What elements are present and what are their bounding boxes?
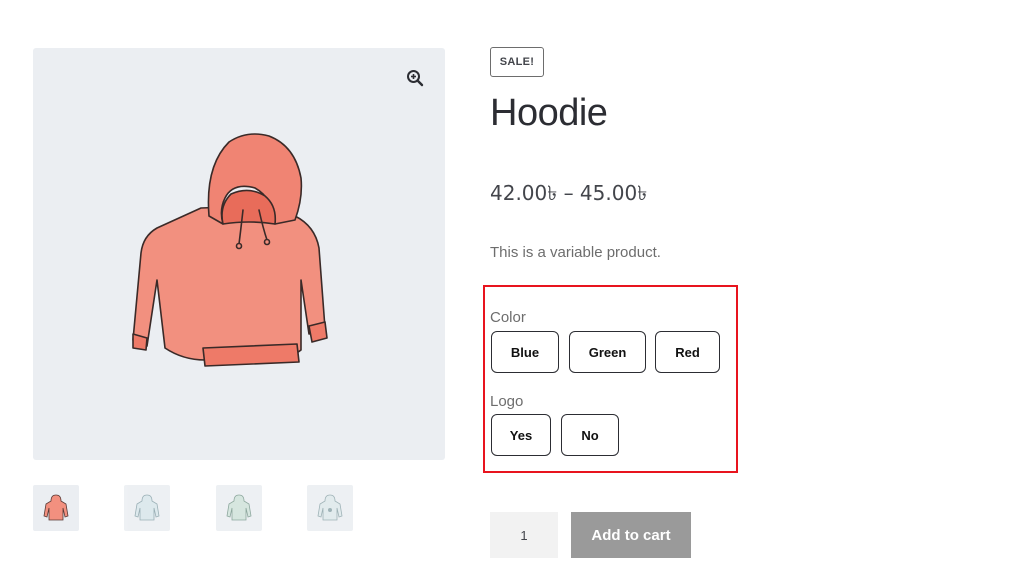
hoodie-logo-thumbnail <box>317 494 343 521</box>
add-to-cart-button[interactable]: Add to cart <box>571 512 691 558</box>
hoodie-image <box>132 133 328 367</box>
price-range: 42.00৳ – 45.00৳ <box>490 181 648 205</box>
quantity-input[interactable] <box>490 512 558 558</box>
hoodie-green-thumbnail <box>226 494 252 521</box>
logo-label: Logo <box>490 393 524 410</box>
thumbnail-2[interactable] <box>124 485 170 531</box>
product-main-image[interactable] <box>33 48 445 460</box>
logo-option-yes[interactable]: Yes <box>491 414 551 456</box>
color-option-blue[interactable]: Blue <box>491 331 559 373</box>
thumbnail-1[interactable] <box>33 485 79 531</box>
sale-badge: SALE! <box>490 47 544 77</box>
zoom-in-icon <box>407 70 424 87</box>
thumbnail-4[interactable] <box>307 485 353 531</box>
color-option-green[interactable]: Green <box>569 331 646 373</box>
logo-option-no[interactable]: No <box>561 414 619 456</box>
product-title: Hoodie <box>490 92 608 134</box>
zoom-button[interactable] <box>399 62 431 94</box>
hoodie-red-thumbnail <box>43 494 69 521</box>
color-option-red[interactable]: Red <box>655 331 720 373</box>
product-description: This is a variable product. <box>490 244 661 261</box>
color-label: Color <box>490 309 526 326</box>
hoodie-blue-thumbnail <box>134 494 160 521</box>
thumbnail-3[interactable] <box>216 485 262 531</box>
